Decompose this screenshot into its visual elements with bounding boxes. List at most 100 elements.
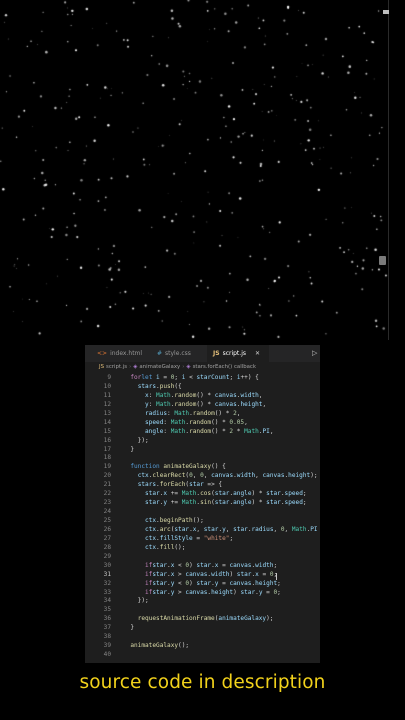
css-file-icon: #: [157, 350, 163, 357]
code-line[interactable]: 17 }: [85, 446, 320, 455]
scrollbar-handle[interactable]: [379, 256, 386, 265]
code-line[interactable]: 14 speed: Math.random() * 0.05,: [85, 419, 320, 428]
code-text: y: Math.random() * canvas.height,: [145, 400, 267, 408]
breadcrumb-file[interactable]: script.js: [106, 364, 127, 370]
caption: source code in description: [79, 672, 326, 693]
line-number: 18: [103, 454, 111, 462]
code-line[interactable]: 31 ifstar.x > canvas.width) star.x = 0;: [85, 571, 320, 580]
line-number: 40: [103, 651, 111, 659]
code-line[interactable]: 38: [85, 633, 320, 642]
line-number: 11: [103, 391, 111, 399]
code-text: }: [123, 445, 135, 453]
code-line[interactable]: 12 y: Math.random() * canvas.height,: [85, 401, 320, 410]
js-file-icon: JS: [213, 350, 220, 357]
code-line[interactable]: 22 star.x += Math.cos(star.angle) * star…: [85, 490, 320, 499]
html-file-icon: <>: [97, 350, 108, 357]
code-text: star.y += Math.sin(star.angle) * star.sp…: [145, 499, 307, 507]
breadcrumb-callback[interactable]: stars.forEach() callback: [193, 364, 256, 370]
tab-style-css[interactable]: # style.css: [149, 345, 207, 362]
code-text: stars.push({: [137, 382, 182, 390]
code-line[interactable]: 9 forlet i = 0; i < starCount; i++) {: [85, 374, 320, 383]
code-line[interactable]: 29: [85, 553, 320, 562]
code-text: requestAnimationFrame(animateGalaxy);: [137, 615, 274, 623]
breadcrumb: JS script.js › ◈ animateGalaxy › ◈ stars.forEac…: [99, 364, 257, 370]
code-line[interactable]: 27 ctx.fillStyle = "white";: [85, 535, 320, 544]
line-number: 30: [103, 561, 111, 569]
code-line[interactable]: 32 ifstar.y < 0) star.y = canvas.height;: [85, 580, 320, 589]
code-text: ctx.beginPath();: [145, 517, 204, 524]
code-line[interactable]: 28 ctx.fill();: [85, 544, 320, 553]
line-number: 13: [103, 409, 111, 417]
code-text: star.x += Math.cos(star.angle) * star.sp…: [145, 490, 307, 498]
code-text: ifstar.x > canvas.width) star.x = 0;: [145, 570, 277, 578]
code-line[interactable]: 35: [85, 606, 320, 615]
code-text: radius: Math.random() * 2,: [145, 409, 241, 417]
editor-tabs: <> index.html # style.css JS script.js ✕ ▷: [85, 345, 320, 362]
code-line[interactable]: 24: [85, 508, 320, 517]
line-number: 23: [103, 499, 111, 507]
code-line[interactable]: 25 ctx.beginPath();: [85, 517, 320, 526]
line-number: 32: [103, 579, 111, 587]
line-number: 25: [103, 517, 111, 524]
run-icon[interactable]: ▷: [312, 345, 317, 362]
code-text: ctx.arc(star.x, star.y, star.radius, 0, …: [145, 525, 318, 533]
line-number: 16: [103, 436, 111, 444]
code-line[interactable]: 36 requestAnimationFrame(animateGalaxy);: [85, 615, 320, 624]
code-text: ctx.clearRect(0, 0, canvas.width, canvas…: [137, 472, 318, 480]
tab-label: style.css: [165, 350, 191, 357]
code-line[interactable]: 37 }: [85, 624, 320, 633]
line-number: 10: [103, 382, 111, 390]
window-edge: [388, 0, 389, 340]
close-icon[interactable]: ✕: [255, 350, 260, 357]
code-line[interactable]: 13 radius: Math.random() * 2,: [85, 410, 320, 419]
line-number: 14: [103, 418, 111, 426]
code-line[interactable]: 40: [85, 651, 320, 660]
line-number: 17: [103, 445, 111, 453]
code-line[interactable]: 10 stars.push({: [85, 383, 320, 392]
code-line[interactable]: 20 ctx.clearRect(0, 0, canvas.width, can…: [85, 472, 320, 481]
code-text: animateGalaxy();: [130, 642, 190, 650]
code-text: }: [123, 624, 135, 632]
line-number: 12: [103, 400, 111, 408]
code-line[interactable]: 23 star.y += Math.sin(star.angle) * star…: [85, 499, 320, 508]
code-text: forlet i = 0; i < starCount; i++) {: [130, 374, 259, 381]
code-line[interactable]: 21 stars.forEach(star => {: [85, 481, 320, 490]
code-line[interactable]: 39 animateGalaxy();: [85, 642, 320, 651]
line-number: 36: [103, 615, 111, 623]
code-text: stars.forEach(star => {: [137, 481, 223, 489]
line-number: 15: [103, 427, 111, 435]
scroll-marker: [383, 10, 389, 14]
code-line[interactable]: 16 });: [85, 437, 320, 446]
code-line[interactable]: 18: [85, 454, 320, 463]
code-line[interactable]: 15 angle: Math.random() * 2 * Math.PI,: [85, 428, 320, 437]
starfield-canvas: [0, 0, 388, 340]
line-number: 9: [107, 374, 111, 381]
tab-script-js[interactable]: JS script.js ✕: [207, 345, 269, 362]
code-text: speed: Math.random() * 0.05,: [145, 418, 248, 426]
code-text: function animateGalaxy() {: [130, 463, 226, 471]
tab-index-html[interactable]: <> index.html: [85, 345, 149, 362]
code-text: ctx.fill();: [145, 543, 186, 551]
breadcrumb-function[interactable]: animateGalaxy: [139, 364, 180, 370]
code-text: });: [123, 436, 149, 444]
code-editor: <> index.html # style.css JS script.js ✕ ▷ J…: [85, 345, 320, 663]
line-number: 22: [103, 490, 111, 498]
line-number: 38: [103, 633, 111, 641]
code-line[interactable]: 30 ifstar.x < 0) star.x = canvas.width;: [85, 562, 320, 571]
code-line[interactable]: 11 x: Math.random() * canvas.width,: [85, 392, 320, 401]
code-line[interactable]: 19 function animateGalaxy() {: [85, 463, 320, 472]
code-line[interactable]: 33 ifstar.y > canvas.height) star.y = 0;: [85, 589, 320, 598]
code-line[interactable]: 26 ctx.arc(star.x, star.y, star.radius, …: [85, 526, 320, 535]
code-text: angle: Math.random() * 2 * Math.PI,: [145, 427, 274, 435]
code-area[interactable]: 9 forlet i = 0; i < starCount; i++) {10 …: [85, 374, 320, 660]
tab-label: index.html: [110, 350, 143, 357]
code-text: ifstar.y > canvas.height) star.y = 0;: [145, 588, 281, 596]
line-number: 24: [103, 508, 111, 516]
text-cursor: [276, 572, 277, 580]
code-text: ctx.fillStyle = "white";: [145, 534, 234, 542]
line-number: 19: [103, 463, 111, 471]
line-number: 20: [103, 472, 111, 480]
code-text: });: [123, 597, 149, 605]
line-number: 39: [103, 642, 111, 650]
code-line[interactable]: 34 });: [85, 597, 320, 606]
